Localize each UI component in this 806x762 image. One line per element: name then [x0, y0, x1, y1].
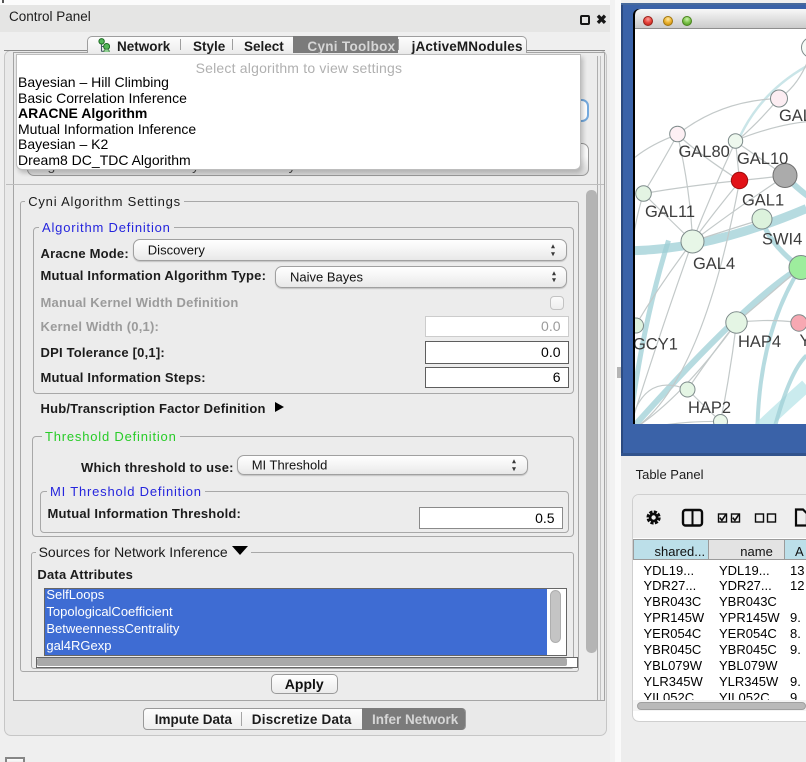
svg-text:GAL10: GAL10 [736, 149, 787, 167]
svg-text:HAP4: HAP4 [737, 332, 780, 350]
svg-text:GAL11: GAL11 [645, 202, 695, 220]
svg-text:HAP2: HAP2 [688, 398, 731, 416]
svg-text:GAL80: GAL80 [678, 142, 729, 160]
svg-text:GAL7: GAL7 [778, 106, 806, 124]
svg-text:GAL1: GAL1 [741, 191, 783, 209]
svg-text:GCY1: GCY1 [635, 335, 678, 353]
svg-text:YJ: YJ [799, 331, 806, 349]
svg-text:SWI4: SWI4 [761, 230, 801, 248]
svg-text:GAL4: GAL4 [693, 254, 735, 272]
